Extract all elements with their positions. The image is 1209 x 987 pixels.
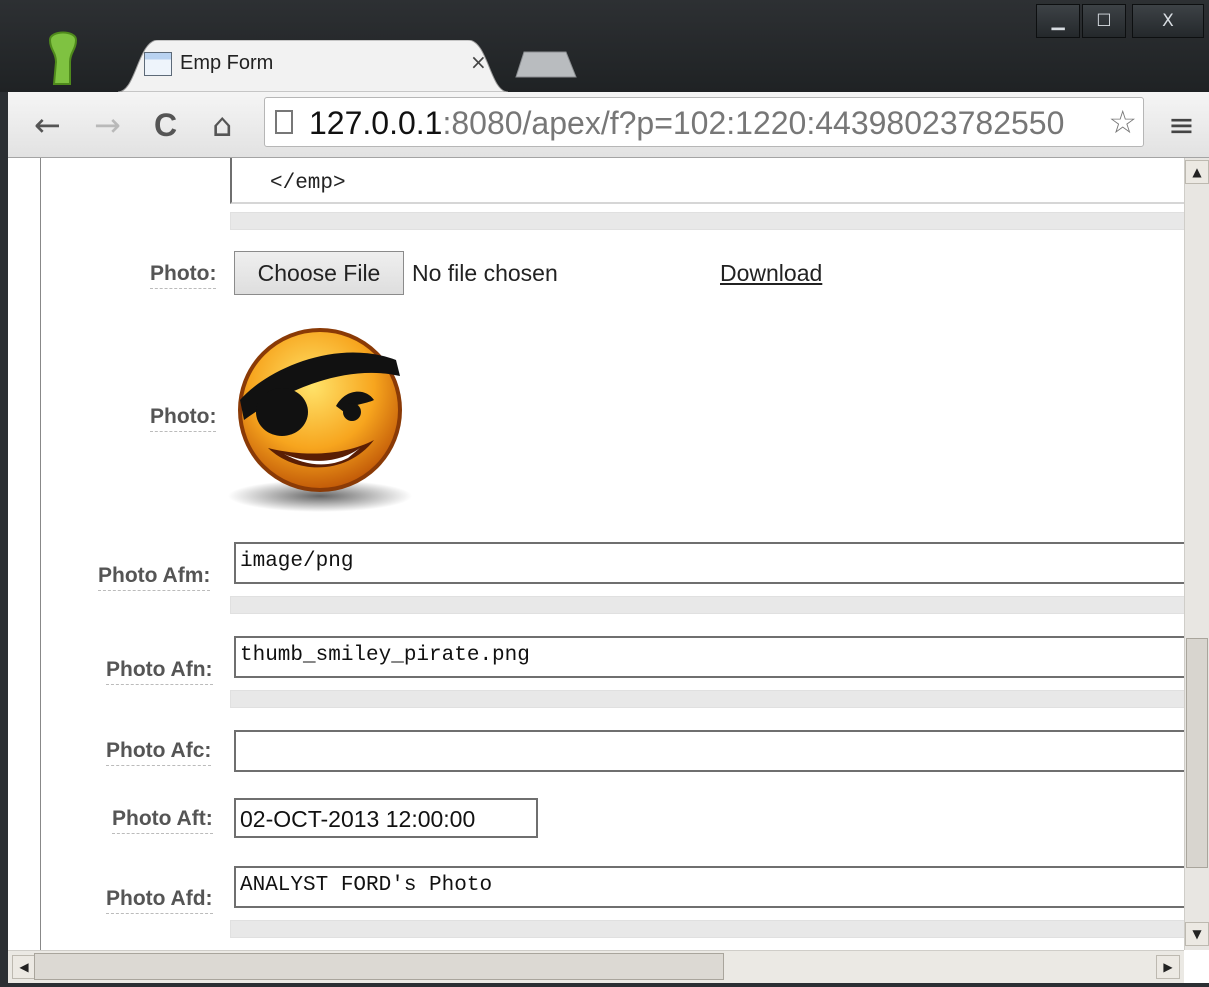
vertical-scrollbar[interactable]: ▲ ▼ [1184, 158, 1209, 950]
new-tab-button[interactable] [514, 50, 578, 78]
scroll-up-button[interactable]: ▲ [1185, 160, 1209, 184]
url-path: :8080/apex/f?p=102:1220:44398023782550 [442, 105, 1065, 141]
scroll-right-button[interactable]: ▶ [1156, 955, 1180, 979]
scrollbar-corner [1184, 950, 1209, 983]
photo-aft-label: Photo Aft: [112, 805, 213, 834]
download-link[interactable]: Download [720, 260, 822, 287]
tab-emp-form[interactable]: Emp Form × [118, 40, 508, 92]
browser-window: ▁ ☐ X Emp Form × ← → C ⌂ 127.0.0.1:8080/… [0, 0, 1209, 987]
horizontal-scrollbar[interactable]: ◀ ▶ [8, 950, 1184, 983]
url-text[interactable]: 127.0.0.1:8080/apex/f?p=102:1220:4439802… [309, 103, 1064, 143]
back-arrow-icon[interactable]: ← [34, 100, 61, 150]
photo-afm-label: Photo Afm: [98, 562, 211, 591]
field-help-bar [230, 212, 1184, 230]
field-help-bar [230, 690, 1184, 708]
photo-upload-label: Photo: [150, 260, 217, 289]
photo-afm-input[interactable]: image/png [234, 542, 1184, 584]
browser-logo-icon [48, 31, 78, 85]
choose-file-button[interactable]: Choose File [234, 251, 404, 295]
url-host: 127.0.0.1 [309, 105, 443, 141]
photo-afd-label: Photo Afd: [106, 885, 213, 914]
forward-arrow-icon[interactable]: → [94, 100, 121, 150]
horizontal-scroll-thumb[interactable] [34, 953, 724, 980]
region-border [40, 158, 41, 950]
pirate-smiley-icon [228, 328, 412, 512]
browser-toolbar: ← → C ⌂ 127.0.0.1:8080/apex/f?p=102:1220… [8, 92, 1209, 158]
xml-textarea[interactable] [230, 158, 1184, 204]
menu-icon[interactable]: ≡ [1168, 100, 1195, 150]
field-help-bar [230, 596, 1184, 614]
photo-afc-label: Photo Afc: [106, 737, 212, 766]
photo-afn-label: Photo Afn: [106, 656, 213, 685]
photo-afn-input[interactable]: thumb_smiley_pirate.png [234, 636, 1184, 678]
file-status-text: No file chosen [412, 260, 558, 286]
minimize-button[interactable]: ▁ [1036, 4, 1080, 38]
bookmark-star-icon[interactable]: ☆ [1108, 104, 1137, 140]
photo-afd-input[interactable]: ANALYST FORD's Photo [234, 866, 1184, 908]
photo-afc-input[interactable] [234, 730, 1184, 772]
page-icon [144, 52, 172, 76]
xml-textarea-text: </emp> [270, 172, 346, 195]
scroll-down-button[interactable]: ▼ [1185, 922, 1209, 946]
page-info-icon[interactable] [275, 110, 293, 134]
address-bar[interactable]: 127.0.0.1:8080/apex/f?p=102:1220:4439802… [264, 97, 1144, 147]
title-bar: ▁ ☐ X Emp Form × [0, 0, 1209, 92]
maximize-button[interactable]: ☐ [1082, 4, 1126, 38]
tab-close-icon[interactable]: × [470, 50, 487, 74]
field-help-bar [230, 920, 1184, 938]
home-icon[interactable]: ⌂ [212, 100, 232, 150]
scroll-left-button[interactable]: ◀ [12, 955, 36, 979]
close-window-button[interactable]: X [1132, 4, 1204, 38]
reload-icon[interactable]: C [154, 100, 177, 150]
tab-title: Emp Form [180, 52, 274, 74]
photo-image-label: Photo: [150, 403, 217, 432]
vertical-scroll-thumb[interactable] [1186, 638, 1208, 868]
page-content: </emp> Photo: Choose File No file chosen… [8, 158, 1184, 950]
photo-aft-input[interactable]: 02-OCT-2013 12:00:00 [234, 798, 538, 838]
